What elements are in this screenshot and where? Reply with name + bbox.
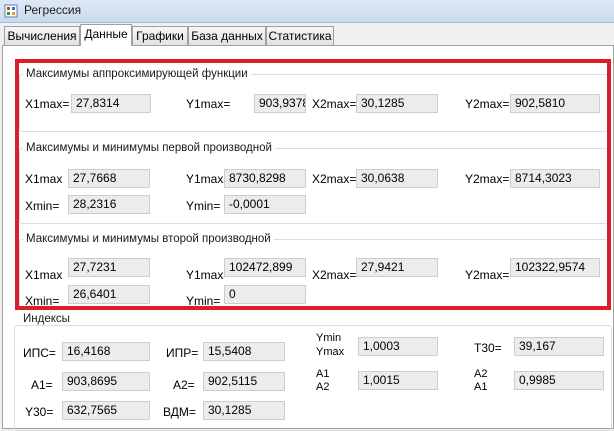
y2max-label: Y2max= [465, 97, 510, 111]
a2-a1-field[interactable]: 0,9985 [514, 371, 604, 390]
x2max-label: X2max= [312, 97, 357, 111]
tab-calculations[interactable]: Вычисления [4, 26, 80, 45]
t30-field[interactable]: 39,167 [514, 337, 604, 356]
fd-x2max-field[interactable]: 30,0638 [356, 169, 438, 188]
fd-ymin-label: Ymin= [186, 199, 221, 213]
tab-data[interactable]: Данные [80, 24, 132, 46]
fd-y1max-field[interactable]: 8730,8298 [224, 169, 306, 188]
window-title: Регрессия [24, 3, 82, 17]
sd-xmin-label: Xmin= [25, 294, 60, 308]
ymin-ymax-label-top: Ymin [316, 332, 342, 344]
sd-x2max-label: X2max= [312, 268, 357, 282]
fd-xmin-field[interactable]: 28,2316 [68, 195, 150, 214]
sd-ymin-label: Ymin= [186, 294, 221, 308]
vdm-label: ВДМ= [163, 405, 196, 419]
x1max-label: X1max= [25, 97, 70, 111]
tab-statistics[interactable]: Статистика [266, 26, 334, 45]
a1-a2-label-top: A1 [316, 368, 330, 380]
group-indices-title: Индексы [20, 313, 73, 325]
approx-y2max-field[interactable]: 902,5810 [510, 94, 600, 113]
fd-y1max-label: Y1max [186, 172, 224, 186]
ymin-ymax-field[interactable]: 1,0003 [358, 337, 438, 356]
ipr-label: ИПР= [166, 346, 199, 360]
y1max-label: Y1max= [186, 97, 231, 111]
sd-y2max-label: Y2max= [465, 268, 510, 282]
a1-a2-label-bottom: A2 [316, 381, 330, 393]
a2-a1-label-bottom: A1 [474, 381, 488, 393]
approx-x2max-field[interactable]: 30,1285 [356, 94, 438, 113]
a2-label: A2= [173, 378, 195, 392]
fd-xmin-label: Xmin= [25, 199, 60, 213]
tab-strip: Вычисления Данные Графики База данных Ст… [0, 22, 614, 46]
y30-field[interactable]: 632,7565 [62, 401, 150, 420]
sd-y2max-field[interactable]: 102322,9574 [510, 258, 600, 277]
a1-label: A1= [31, 378, 53, 392]
fd-x1max-field[interactable]: 27,7668 [68, 169, 150, 188]
group-second-deriv-title: Максимумы и минимумы второй производной [23, 233, 274, 245]
approx-x1max-field[interactable]: 27,8314 [71, 94, 151, 113]
ips-field[interactable]: 16,4168 [62, 342, 150, 361]
fd-y2max-field[interactable]: 8714,3023 [510, 169, 600, 188]
tab-database[interactable]: База данных [188, 26, 266, 45]
sd-x2max-field[interactable]: 27,9421 [356, 258, 438, 277]
tab-charts[interactable]: Графики [132, 26, 188, 45]
a2-field[interactable]: 902,5115 [203, 372, 285, 391]
t30-label: T30= [474, 341, 502, 355]
ymin-ymax-label-bottom: Ymax [316, 346, 345, 358]
vdm-field[interactable]: 30,1285 [203, 401, 285, 420]
sd-xmin-field[interactable]: 26,6401 [68, 285, 150, 304]
ipr-field[interactable]: 15,5408 [203, 342, 285, 361]
group-approx-title: Максимумы аппроксимирующей функции [23, 68, 251, 80]
a1-a2-field[interactable]: 1,0015 [358, 371, 438, 390]
fd-x2max-label: X2max= [312, 172, 357, 186]
group-first-deriv-title: Максимумы и минимумы первой производной [23, 142, 275, 154]
fd-x1max-label: X1max [25, 172, 63, 186]
approx-y1max-field[interactable]: 903,9378 [254, 94, 306, 113]
sd-y1max-field[interactable]: 102472,899 [224, 258, 306, 277]
sd-x1max-label: X1max [25, 268, 63, 282]
a1-field[interactable]: 903,8695 [62, 372, 150, 391]
app-icon [4, 4, 18, 18]
a2-a1-label-top: A2 [474, 368, 488, 380]
title-bar: Регрессия [0, 0, 614, 23]
fd-y2max-label: Y2max= [465, 172, 510, 186]
y30-label: Y30= [25, 405, 54, 419]
ips-label: ИПС= [23, 346, 56, 360]
fd-ymin-field[interactable]: -0,0001 [224, 195, 306, 214]
sd-x1max-field[interactable]: 27,7231 [68, 258, 150, 277]
sd-ymin-field[interactable]: 0 [224, 285, 306, 304]
